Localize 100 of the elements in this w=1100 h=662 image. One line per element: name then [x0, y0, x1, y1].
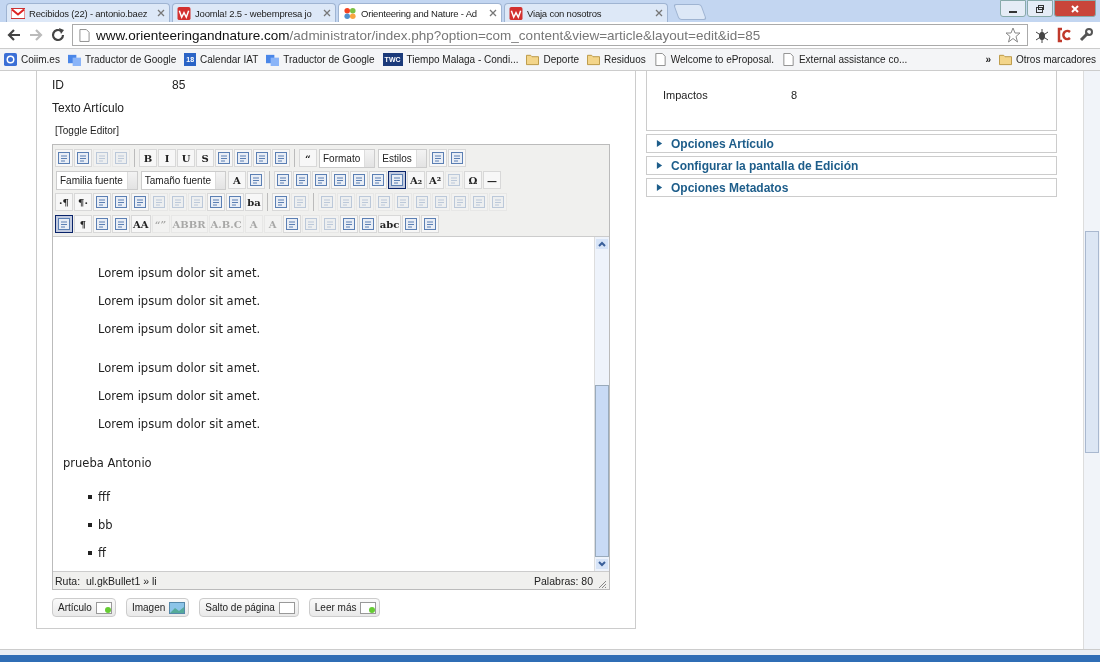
lines-icon [423, 217, 438, 231]
lines-icon [95, 151, 109, 165]
lines-icon [360, 217, 375, 231]
lines-icon [303, 217, 318, 231]
bookmark[interactable]: Welcome to eProposal. [653, 53, 774, 66]
lines-icon [371, 173, 385, 187]
close-icon[interactable] [323, 9, 331, 17]
folder-icon [587, 53, 601, 66]
toolbar-button[interactable]: abc [377, 215, 402, 233]
url-text: www.orienteeringandnature.com/administrator/index.php?option=com_content&view=article&layout=edit&id=85 [96, 27, 762, 43]
browser-tab[interactable]: Orienteering and Nature - Ad [338, 3, 502, 22]
lines-icon [217, 151, 231, 165]
toolbar-dropdown[interactable]: Familia fuente [56, 170, 138, 190]
lines-icon [352, 173, 366, 187]
editor-button[interactable]: Artículo [52, 598, 116, 617]
close-button[interactable] [1054, 0, 1096, 17]
toolbar-button[interactable]: U [177, 149, 195, 167]
toggle-editor-link[interactable]: [Toggle Editor] [55, 125, 119, 136]
reload-icon[interactable] [50, 27, 66, 43]
toolbar-button[interactable] [388, 171, 406, 189]
accordion-header[interactable]: Configurar la pantalla de Edición [646, 156, 1057, 175]
close-icon[interactable] [157, 9, 165, 17]
resize-grip-icon[interactable] [597, 579, 607, 589]
bookmark-label: Deporte [543, 54, 580, 65]
bug-icon[interactable] [1034, 27, 1050, 43]
joomla-icon [343, 6, 357, 20]
toolbar-button[interactable]: A [228, 171, 246, 189]
bookmark-label: Residuos [604, 54, 646, 65]
lines-icon [472, 195, 486, 209]
editor-button[interactable]: Leer más [308, 598, 381, 617]
wrench-icon[interactable] [1078, 27, 1094, 43]
down-arrow-icon[interactable] [596, 559, 608, 569]
lines-icon [390, 173, 404, 187]
tab-title: Orienteering and Nature - Ad [361, 7, 478, 19]
address-bar[interactable]: www.orienteeringandnature.com/administrator/index.php?option=com_content&view=article&layout=edit&id=85 [72, 24, 1028, 46]
toolbar-button[interactable]: A₂ [407, 171, 425, 189]
toolbar-button[interactable]: ¶ [74, 215, 92, 233]
back-icon[interactable] [6, 27, 22, 43]
bullet-icon [88, 551, 92, 555]
browser-tab[interactable]: Joomla! 2.5 - webempresa jo [172, 3, 336, 22]
toolbar-button[interactable]: B [139, 149, 157, 167]
bookmark[interactable]: Residuos [587, 53, 646, 66]
lines-icon [293, 195, 307, 209]
scrollbar[interactable] [594, 237, 609, 571]
bookmark[interactable]: Deporte [526, 53, 580, 66]
close-icon[interactable] [489, 9, 497, 17]
up-arrow-icon[interactable] [596, 239, 608, 249]
close-icon[interactable] [655, 9, 663, 17]
bookmark[interactable]: Coiim.es [4, 53, 60, 66]
toolbar-button[interactable]: I [158, 149, 176, 167]
page-scrollbar[interactable] [1083, 71, 1100, 649]
lines-icon [57, 151, 71, 165]
bookmark[interactable]: External assistance co... [781, 53, 908, 66]
lines-icon [320, 195, 334, 209]
toolbar-button[interactable]: Ω [464, 171, 482, 189]
browser-tab[interactable]: Recibidos (22) - antonio.baez [6, 3, 170, 22]
more-bookmarks[interactable]: » [985, 54, 991, 65]
toolbar-button[interactable]: ¶· [74, 193, 92, 211]
bracket-icon[interactable] [1056, 27, 1072, 43]
lines-icon [284, 217, 299, 231]
toolbar-button[interactable] [55, 215, 73, 233]
detail-value: 8 [791, 89, 798, 101]
restore-button[interactable] [1027, 0, 1053, 17]
toolbar-dropdown[interactable]: Tamaño fuente [140, 170, 226, 190]
bookmark[interactable]: Otros marcadores [998, 53, 1096, 66]
lines-icon [434, 195, 448, 209]
envelope-icon [11, 6, 25, 20]
editor-button[interactable]: Salto de página [199, 598, 299, 617]
accordion-header[interactable]: Opciones Metadatos [646, 178, 1057, 197]
toolbar-button[interactable]: ba [245, 193, 263, 211]
toolbar-button[interactable]: — [483, 171, 501, 189]
lines-icon [236, 151, 250, 165]
toolbar-button[interactable]: S [196, 149, 214, 167]
scroll-thumb[interactable] [1085, 231, 1099, 453]
lines-icon [341, 217, 356, 231]
paragraph: Lorem ipsum dolor sit amet. [98, 266, 262, 282]
toolbar-dropdown[interactable]: Estilos [378, 148, 427, 168]
toolbar-button[interactable]: ·¶ [55, 193, 73, 211]
toolbar-button[interactable]: AA [131, 215, 151, 233]
scroll-thumb[interactable] [595, 385, 609, 557]
paragraph: Lorem ipsum dolor sit amet. [98, 417, 262, 433]
toolbar-button[interactable]: A² [426, 171, 444, 189]
toolbar-dropdown[interactable]: Formato [319, 148, 376, 168]
w-icon [177, 6, 191, 20]
browser-tab[interactable]: Viaja con nosotros [504, 3, 668, 22]
toolbar-button[interactable]: “ [299, 149, 317, 167]
minimize-button[interactable] [1000, 0, 1026, 17]
bookmark-label: Welcome to eProposal. [670, 54, 774, 65]
lines-icon [114, 151, 128, 165]
w-icon [509, 6, 523, 20]
bookmark[interactable]: Traductor de Google [266, 53, 375, 66]
restore-icon [1035, 3, 1045, 14]
element-path: Ruta: ul.gkBullet1 » li [55, 574, 157, 587]
accordion-header[interactable]: Opciones Artículo [646, 134, 1057, 153]
close-icon [1070, 3, 1080, 14]
editor-button[interactable]: Imagen [125, 598, 190, 617]
star-icon[interactable] [1005, 27, 1021, 43]
lines-icon [228, 195, 242, 209]
bookmark[interactable]: Traductor de Google [67, 53, 177, 66]
lines-icon [274, 195, 288, 209]
